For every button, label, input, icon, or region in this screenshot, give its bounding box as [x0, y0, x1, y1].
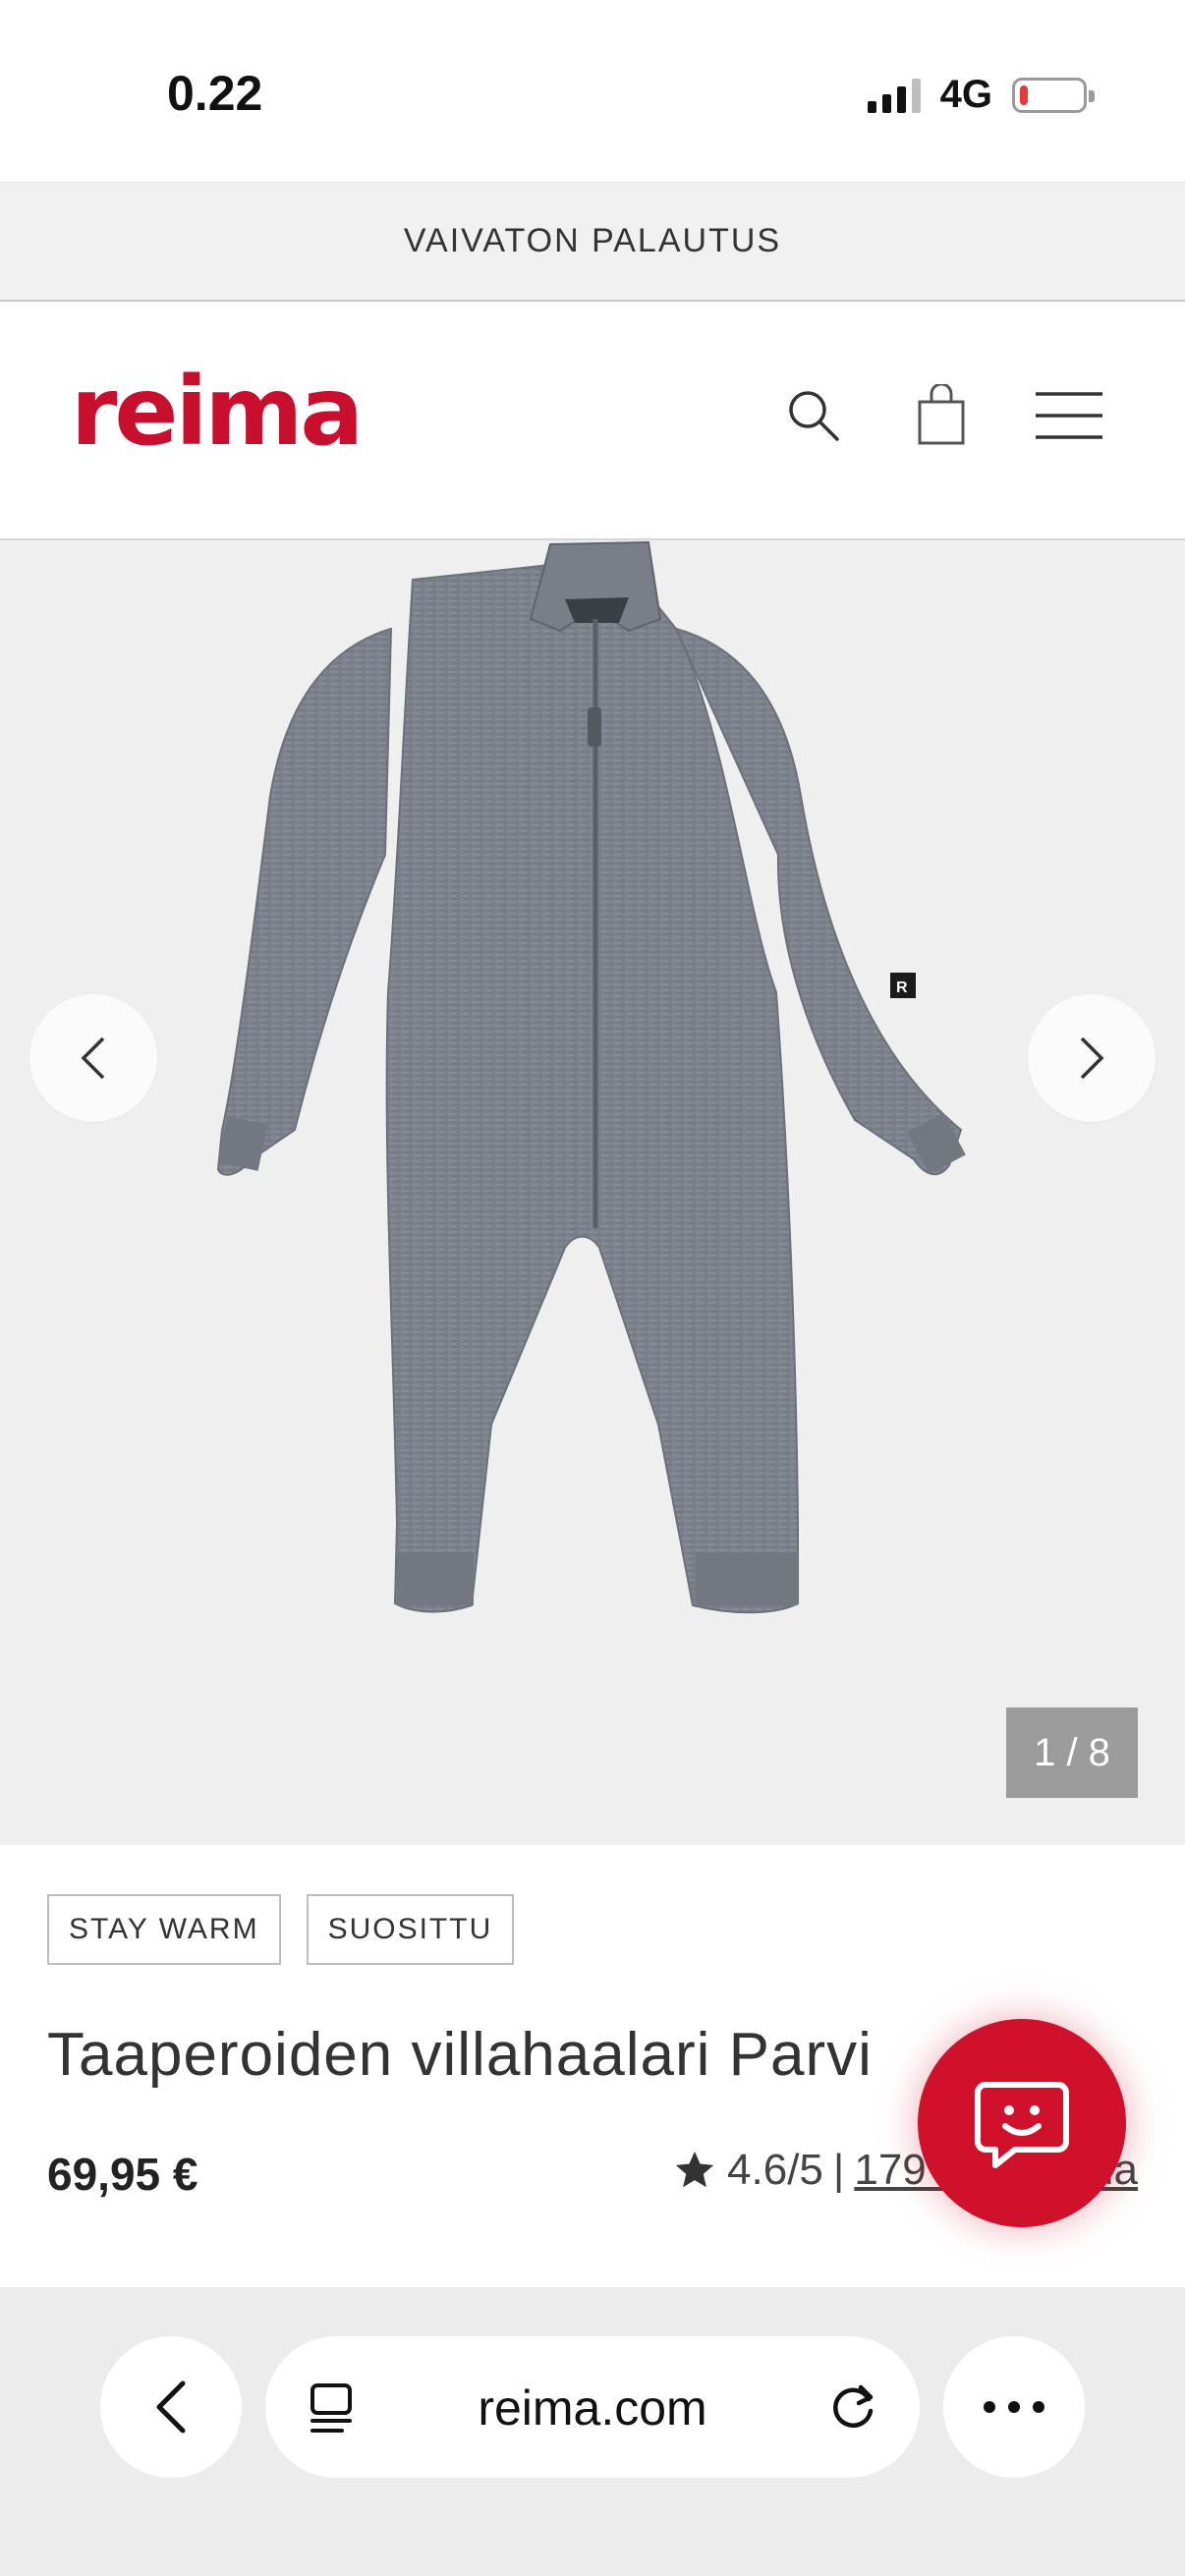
svg-text:R: R	[896, 980, 908, 996]
product-gallery[interactable]: R 1 / 8	[0, 540, 1185, 1845]
reload-icon[interactable]	[825, 2380, 880, 2435]
browser-toolbar: reima.com	[0, 2287, 1185, 2576]
address-bar[interactable]: reima.com	[265, 2336, 920, 2478]
tag-suosittu: SUOSITTU	[306, 1894, 515, 1965]
promo-banner[interactable]: VAIVATON PALAUTUS	[0, 182, 1185, 302]
status-bar: 0.22 4G	[0, 0, 1185, 182]
status-indicators: 4G	[867, 73, 1095, 117]
chevron-left-icon	[81, 1036, 105, 1080]
product-image: R	[216, 540, 966, 1614]
browser-more-button[interactable]	[943, 2336, 1085, 2478]
rating-separator: |	[832, 2146, 845, 2194]
tag-stay-warm: STAY WARM	[47, 1894, 281, 1965]
reima-logo[interactable]: reima	[71, 357, 364, 467]
menu-icon[interactable]	[1034, 380, 1104, 451]
browser-back-button[interactable]	[100, 2336, 242, 2478]
network-type: 4G	[939, 73, 992, 116]
chat-button[interactable]	[918, 2019, 1126, 2227]
product-price: 69,95 €	[47, 2149, 198, 2200]
url-text: reima.com	[478, 2380, 707, 2436]
product-tags: STAY WARM SUOSITTU	[47, 1894, 515, 1965]
site-header: reima	[0, 302, 1185, 540]
chat-smiley-icon	[975, 2082, 1069, 2168]
promo-text: VAIVATON PALAUTUS	[403, 222, 782, 259]
back-icon	[156, 2380, 186, 2434]
chevron-right-icon	[1080, 1036, 1104, 1080]
battery-icon	[1012, 77, 1095, 113]
search-icon[interactable]	[778, 380, 849, 451]
more-icon	[984, 2401, 1044, 2413]
product-title: Taaperoiden villahaalari Parvi	[47, 2021, 873, 2089]
status-time: 0.22	[167, 66, 263, 121]
gallery-prev-button[interactable]	[29, 994, 157, 1122]
image-counter: 1 / 8	[1006, 1708, 1138, 1798]
gallery-next-button[interactable]	[1028, 994, 1156, 1122]
signal-icon	[867, 78, 921, 113]
star-icon	[675, 2151, 714, 2188]
rating-value: 4.6/5	[727, 2146, 823, 2194]
shopping-bag-icon[interactable]	[906, 380, 977, 451]
